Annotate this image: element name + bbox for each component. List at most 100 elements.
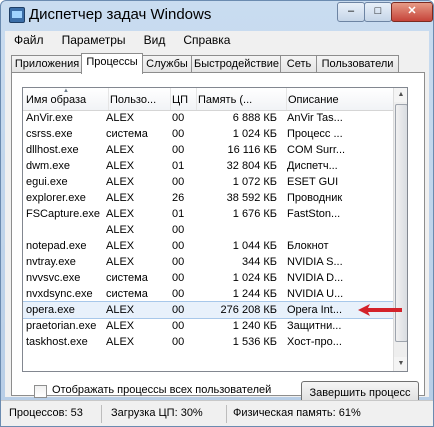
processes-panel: ▲ Имя образа Пользо... ЦП Память (... Оп… [11, 72, 425, 405]
cell-image-name: csrss.exe [26, 128, 73, 140]
cell-user: ALEX [106, 304, 135, 316]
process-list[interactable]: ▲ Имя образа Пользо... ЦП Память (... Оп… [22, 87, 408, 372]
table-row[interactable]: praetorian.exe ALEX 00 1 240 КБ Защитни... [23, 318, 393, 334]
task-manager-window: Диспетчер задач Windows – □ ✕ Файл Парам… [0, 0, 434, 427]
cell-memory: 1 536 КБ [232, 336, 277, 348]
cell-cpu: 00 [172, 320, 185, 332]
cell-image-name: nvxdsync.exe [26, 288, 93, 300]
cell-user: ALEX [106, 224, 135, 236]
cell-user: ALEX [106, 112, 135, 124]
tab-processes[interactable]: Процессы [81, 53, 143, 74]
cell-memory: 6 888 КБ [232, 112, 277, 124]
cell-user: система [106, 288, 148, 300]
table-row[interactable]: egui.exe ALEX 00 1 072 КБ ESET GUI [23, 174, 393, 190]
cell-image-name: notepad.exe [26, 240, 87, 252]
table-row[interactable]: FSCapture.exe ALEX 01 1 676 КБ FastSton... [23, 206, 393, 222]
table-row[interactable]: nvtray.exe ALEX 00 344 КБ NVIDIA S... [23, 254, 393, 270]
minimize-button[interactable]: – [337, 2, 365, 22]
tab-applications[interactable]: Приложения [11, 55, 83, 73]
tab-performance[interactable]: Быстродействие [191, 55, 282, 73]
cell-image-name: explorer.exe [26, 192, 86, 204]
status-separator [226, 405, 227, 423]
cell-image-name: taskhost.exe [26, 336, 88, 348]
menu-file[interactable]: Файл [5, 31, 50, 47]
tab-users[interactable]: Пользователи [316, 55, 399, 73]
cell-cpu: 00 [172, 144, 185, 156]
cell-description: Процесс ... [287, 128, 343, 140]
table-row[interactable]: ALEX 00 [23, 222, 393, 238]
table-row[interactable]: opera.exe ALEX 00 276 208 КБ Opera Int... [23, 301, 394, 319]
cell-description: NVIDIA D... [287, 272, 344, 284]
cell-memory: 276 208 КБ [220, 304, 277, 316]
cell-description: NVIDIA S... [287, 256, 343, 268]
menu-options[interactable]: Параметры [53, 31, 132, 47]
col-user[interactable]: Пользо... [108, 88, 171, 110]
vertical-scrollbar[interactable]: ▲ ▼ [393, 88, 407, 371]
cell-description: COM Surr... [287, 144, 346, 156]
table-row[interactable]: csrss.exe система 00 1 024 КБ Процесс ... [23, 126, 393, 142]
table-row[interactable]: nvvsvc.exe система 00 1 024 КБ NVIDIA D... [23, 270, 393, 286]
table-row[interactable]: notepad.exe ALEX 00 1 044 КБ Блокнот [23, 238, 393, 254]
show-all-users-label: Отображать процессы всех пользователей [52, 384, 272, 396]
cell-memory: 344 КБ [241, 256, 277, 268]
cell-cpu: 26 [172, 192, 185, 204]
cell-description: Хост-про... [287, 336, 342, 348]
tab-services[interactable]: Службы [141, 55, 193, 73]
cell-cpu: 00 [172, 224, 185, 236]
title-bar[interactable]: Диспетчер задач Windows – □ ✕ [1, 1, 433, 29]
cell-description: FastSton... [287, 208, 341, 220]
cell-user: ALEX [106, 176, 135, 188]
col-description[interactable]: Описание [286, 88, 394, 110]
col-image-name[interactable]: Имя образа [23, 88, 109, 110]
table-row[interactable]: dwm.exe ALEX 01 32 804 КБ Диспетч... [23, 158, 393, 174]
cell-description: Диспетч... [287, 160, 338, 172]
scroll-down-arrow-icon[interactable]: ▼ [394, 357, 407, 371]
col-memory[interactable]: Память (... [196, 88, 287, 110]
cell-user: ALEX [106, 256, 135, 268]
cell-cpu: 00 [172, 336, 185, 348]
cell-user: ALEX [106, 320, 135, 332]
cell-user: ALEX [106, 336, 135, 348]
cell-user: ALEX [106, 240, 135, 252]
maximize-button[interactable]: □ [364, 2, 392, 22]
red-arrow-icon [358, 304, 402, 316]
cell-cpu: 00 [172, 304, 185, 316]
cell-image-name: AnVir.exe [26, 112, 73, 124]
cell-description: Проводник [287, 192, 343, 204]
cell-cpu: 00 [172, 112, 185, 124]
cell-image-name: dwm.exe [26, 160, 71, 172]
table-row[interactable]: AnVir.exe ALEX 00 6 888 КБ AnVir Tas... [23, 110, 393, 126]
cell-memory: 32 804 КБ [226, 160, 277, 172]
column-header-row: ▲ Имя образа Пользо... ЦП Память (... Оп… [23, 88, 407, 111]
cell-user: система [106, 128, 148, 140]
cell-description: ESET GUI [287, 176, 339, 188]
menu-bar: Файл Параметры Вид Справка [5, 31, 429, 49]
cell-memory: 1 676 КБ [232, 208, 277, 220]
close-button[interactable]: ✕ [391, 2, 433, 22]
tab-network[interactable]: Сеть [280, 55, 318, 73]
cell-image-name: praetorian.exe [26, 320, 97, 332]
cell-memory: 1 024 КБ [232, 272, 277, 284]
table-row[interactable]: nvxdsync.exe система 00 1 244 КБ NVIDIA U... [23, 286, 393, 302]
table-row[interactable]: dllhost.exe ALEX 00 16 116 КБ COM Surr... [23, 142, 393, 158]
table-row[interactable]: taskhost.exe ALEX 00 1 536 КБ Хост-про... [23, 334, 393, 350]
cell-image-name: egui.exe [26, 176, 68, 188]
menu-view[interactable]: Вид [135, 31, 172, 47]
cell-user: ALEX [106, 208, 135, 220]
main-content: Приложения Процессы Службы Быстродействи… [5, 49, 429, 405]
cell-image-name: opera.exe [26, 304, 75, 316]
col-cpu[interactable]: ЦП [170, 88, 197, 110]
cell-memory: 38 592 КБ [226, 192, 277, 204]
cell-memory: 1 044 КБ [232, 240, 277, 252]
status-cpu-usage: Загрузка ЦП: 30% [111, 407, 203, 419]
cell-memory: 1 072 КБ [232, 176, 277, 188]
table-row[interactable]: explorer.exe ALEX 26 38 592 КБ Проводник [23, 190, 393, 206]
menu-help[interactable]: Справка [174, 31, 236, 47]
cell-image-name: FSCapture.exe [26, 208, 100, 220]
cell-memory: 1 240 КБ [232, 320, 277, 332]
show-all-users-checkbox[interactable] [34, 385, 47, 398]
cell-cpu: 00 [172, 176, 185, 188]
cell-cpu: 00 [172, 240, 185, 252]
cell-user: ALEX [106, 144, 135, 156]
scroll-up-arrow-icon[interactable]: ▲ [394, 88, 407, 102]
